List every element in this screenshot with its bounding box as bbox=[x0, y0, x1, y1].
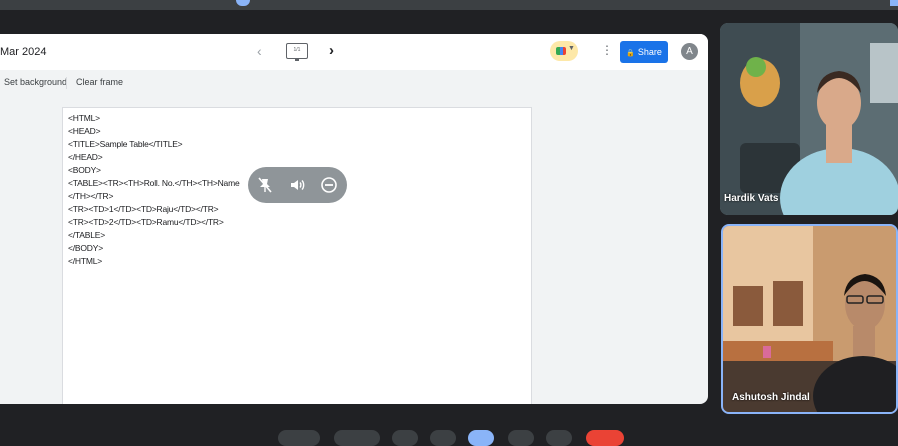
code-line: </TABLE> bbox=[68, 230, 105, 240]
corner-indicator bbox=[890, 0, 898, 6]
share-button[interactable]: 🔒 Share bbox=[620, 41, 668, 63]
top-indicator bbox=[236, 0, 250, 6]
camera-control-button[interactable] bbox=[278, 430, 320, 446]
chevron-down-icon: ▼ bbox=[568, 45, 575, 52]
tile-controls bbox=[248, 167, 347, 203]
meet-icon bbox=[556, 47, 566, 55]
captions-button[interactable] bbox=[392, 430, 418, 446]
code-line: </TH></TR> bbox=[68, 191, 114, 201]
code-line: <TITLE>Sample Table</TITLE> bbox=[68, 139, 183, 149]
frame-counter[interactable]: 1/1 bbox=[286, 43, 308, 61]
clear-frame-button[interactable]: Clear frame bbox=[76, 77, 123, 87]
code-line: <HEAD> bbox=[68, 126, 101, 136]
volume-icon[interactable] bbox=[288, 176, 306, 194]
code-line: </HEAD> bbox=[68, 152, 103, 162]
remove-icon[interactable] bbox=[320, 176, 338, 194]
present-button[interactable] bbox=[468, 430, 494, 446]
more-options-button[interactable] bbox=[546, 430, 572, 446]
code-line: <TABLE><TR><TH>Roll. No.</TH><TH>Name bbox=[68, 178, 240, 188]
participant-video bbox=[720, 23, 898, 215]
participant-name: Ashutosh Jindal bbox=[732, 392, 810, 403]
end-call-button[interactable] bbox=[586, 430, 624, 446]
toolbar-divider bbox=[66, 77, 67, 89]
whiteboard-canvas[interactable]: <HTML> <HEAD> <TITLE>Sample Table</TITLE… bbox=[62, 107, 532, 404]
top-strip bbox=[0, 0, 898, 10]
emoji-button[interactable] bbox=[430, 430, 456, 446]
mic-control-button[interactable] bbox=[334, 430, 380, 446]
hand-raise-button[interactable] bbox=[508, 430, 534, 446]
unpin-icon[interactable] bbox=[256, 176, 274, 194]
participant-tile[interactable]: Hardik Vats bbox=[720, 23, 898, 215]
participant-tile-active[interactable]: Ashutosh Jindal bbox=[721, 224, 898, 414]
frame-toolbar: Set background Clear frame bbox=[0, 72, 708, 94]
code-line: <TR><TD>1</TD><TD>Raju</TD></TR> bbox=[68, 204, 219, 214]
set-background-button[interactable]: Set background bbox=[4, 77, 67, 87]
previous-frame-button[interactable]: ‹ bbox=[257, 43, 262, 59]
participant-name: Hardik Vats bbox=[724, 193, 779, 204]
code-line: </BODY> bbox=[68, 243, 103, 253]
jamboard-header: Mar 2024 ‹ 1/1 › ▼ ⋮ 🔒 Share A bbox=[0, 34, 708, 70]
lock-icon: 🔒 bbox=[626, 50, 635, 57]
document-title[interactable]: Mar 2024 bbox=[0, 46, 46, 58]
code-line: <HTML> bbox=[68, 113, 100, 123]
shared-screen: Mar 2024 ‹ 1/1 › ▼ ⋮ 🔒 Share A Set backgr… bbox=[0, 34, 708, 404]
share-label: Share bbox=[637, 47, 662, 57]
account-avatar[interactable]: A bbox=[681, 43, 698, 60]
code-line: </HTML> bbox=[68, 256, 103, 266]
meet-button[interactable]: ▼ bbox=[550, 41, 578, 61]
participant-video bbox=[723, 226, 896, 412]
code-line: <BODY> bbox=[68, 165, 101, 175]
next-frame-button[interactable]: › bbox=[329, 42, 334, 59]
more-options-icon[interactable]: ⋮ bbox=[601, 44, 613, 56]
code-line: <TR><TD>2</TD><TD>Ramu</TD></TR> bbox=[68, 217, 224, 227]
